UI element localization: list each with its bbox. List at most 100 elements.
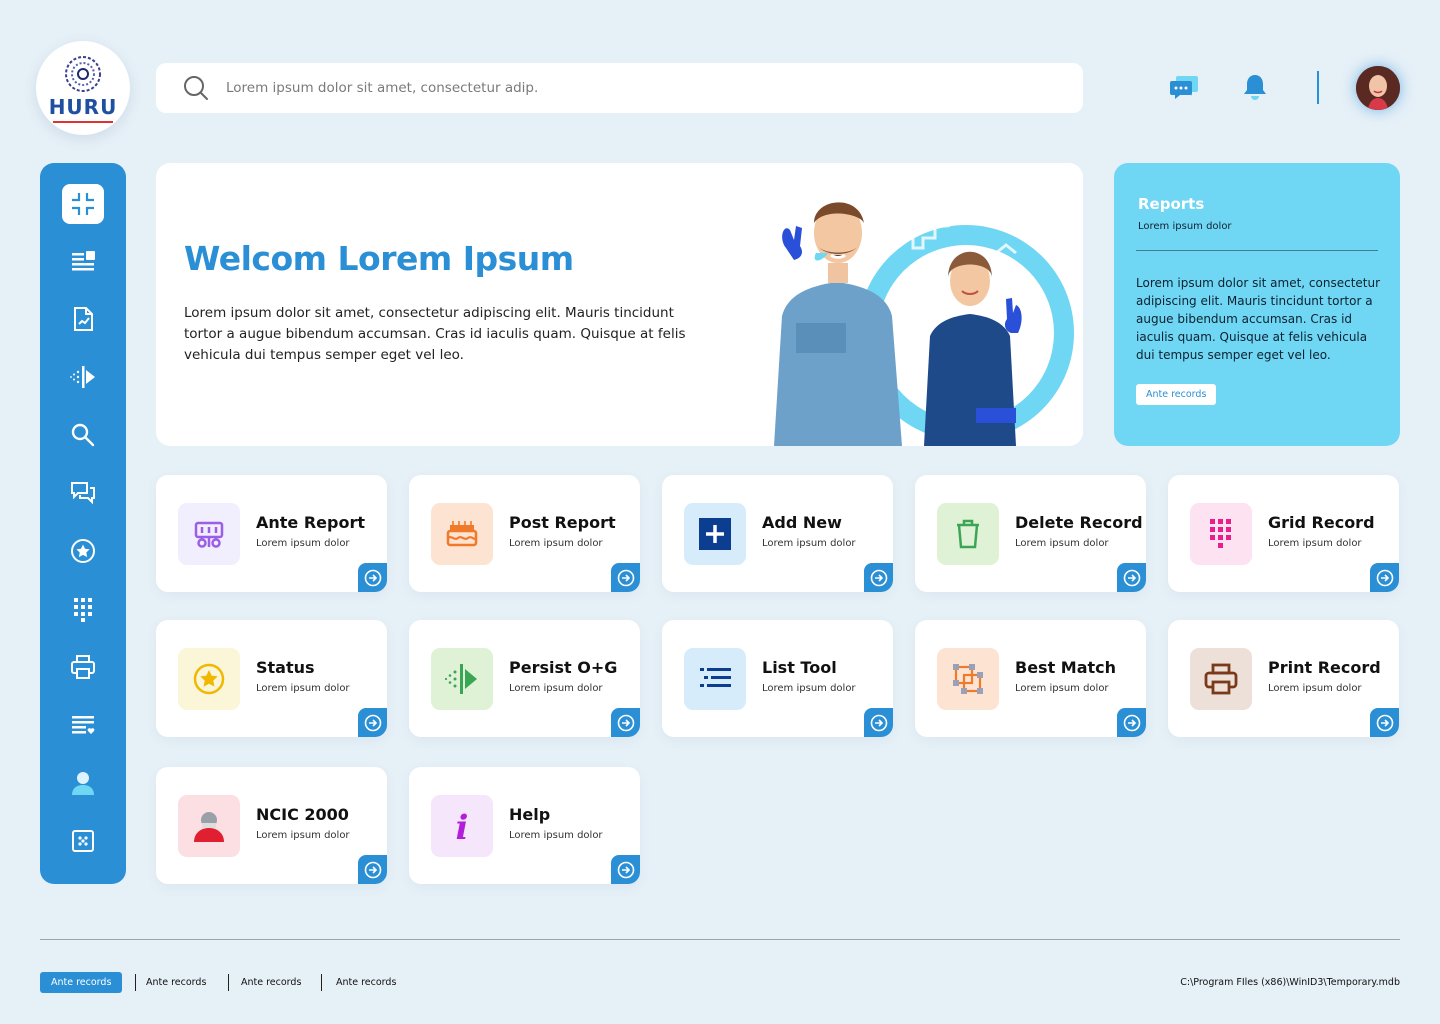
tile-subtitle: Lorem ipsum dolor	[509, 830, 603, 841]
logo-tagline	[53, 120, 113, 123]
text-list-icon	[72, 251, 95, 271]
tile-title: Delete Record	[1015, 513, 1143, 532]
tile-persist-o-g[interactable]: Persist O+G Lorem ipsum dolor	[409, 620, 640, 737]
trash-icon	[957, 519, 979, 549]
best-match-icon	[953, 664, 983, 694]
sidebar-item-star[interactable]	[62, 531, 104, 571]
tile-ante-report[interactable]: Ante Report Lorem ipsum dolor	[156, 475, 387, 592]
tile-grid-record[interactable]: Grid Record Lorem ipsum dolor	[1168, 475, 1399, 592]
tile-icon-box	[178, 795, 240, 857]
tile-title: Print Record	[1268, 658, 1381, 677]
tile-title: Status	[256, 658, 315, 677]
huru-logo[interactable]: HURU	[36, 41, 130, 135]
tile-subtitle: Lorem ipsum dolor	[256, 830, 350, 841]
open-button[interactable]	[358, 708, 387, 737]
footer-tab-1[interactable]: Ante records	[40, 972, 123, 993]
open-button[interactable]	[1370, 563, 1399, 592]
tile-title: Persist O+G	[509, 658, 618, 677]
tile-subtitle: Lorem ipsum dolor	[509, 538, 603, 549]
tile-post-report[interactable]: Post Report Lorem ipsum dolor	[409, 475, 640, 592]
search-input[interactable]	[226, 80, 826, 96]
open-button[interactable]	[864, 708, 893, 737]
person-icon	[72, 772, 94, 795]
sidebar-item-grid[interactable]	[62, 589, 104, 629]
welcome-card: Welcom Lorem Ipsum Lorem ipsum dolor sit…	[156, 163, 1083, 446]
open-button[interactable]	[1370, 708, 1399, 737]
tile-icon-box	[1190, 503, 1252, 565]
footer-separator	[228, 974, 229, 991]
tile-add-new[interactable]: Add New Lorem ipsum dolor	[662, 475, 893, 592]
open-button[interactable]	[611, 855, 640, 884]
footer-tab-2[interactable]: Ante records	[146, 972, 206, 993]
enter-arrow-icon	[870, 714, 887, 731]
tile-title: Add New	[762, 513, 842, 532]
open-button[interactable]	[1117, 708, 1146, 737]
printer-icon	[71, 655, 95, 679]
sidebar-item-persist[interactable]	[62, 357, 104, 397]
open-button[interactable]	[358, 563, 387, 592]
tile-list-tool[interactable]: List Tool Lorem ipsum dolor	[662, 620, 893, 737]
search-icon	[184, 76, 208, 100]
enter-arrow-icon	[870, 569, 887, 586]
sidebar-item-person[interactable]	[62, 763, 104, 803]
tile-ncic-2000[interactable]: NCIC 2000 Lorem ipsum dolor	[156, 767, 387, 884]
open-button[interactable]	[611, 708, 640, 737]
ante-records-button[interactable]: Ante records	[1136, 384, 1217, 405]
sidebar-item-list[interactable]	[62, 705, 104, 745]
sidebar-item-collapse[interactable]	[62, 184, 104, 224]
list-tool-icon	[700, 668, 731, 687]
open-button[interactable]	[1117, 563, 1146, 592]
enter-arrow-icon	[364, 714, 381, 731]
tile-best-match[interactable]: Best Match Lorem ipsum dolor	[915, 620, 1146, 737]
tile-help[interactable]: i Help Lorem ipsum dolor	[409, 767, 640, 884]
ncic-person-icon	[194, 812, 224, 842]
sidebar-item-search[interactable]	[62, 415, 104, 455]
enter-arrow-icon	[617, 569, 634, 586]
reports-title: Reports	[1138, 195, 1205, 213]
tile-print-record[interactable]: Print Record Lorem ipsum dolor	[1168, 620, 1399, 737]
footer-separator	[135, 974, 136, 991]
open-button[interactable]	[358, 855, 387, 884]
tile-subtitle: Lorem ipsum dolor	[762, 683, 856, 694]
enter-arrow-icon	[364, 861, 381, 878]
tile-status[interactable]: Status Lorem ipsum dolor	[156, 620, 387, 737]
enter-arrow-icon	[364, 569, 381, 586]
sidebar-item-report[interactable]	[62, 299, 104, 339]
tile-subtitle: Lorem ipsum dolor	[256, 538, 350, 549]
tile-subtitle: Lorem ipsum dolor	[1268, 683, 1362, 694]
open-button[interactable]	[611, 563, 640, 592]
tile-subtitle: Lorem ipsum dolor	[762, 538, 856, 549]
enter-arrow-icon	[1376, 569, 1393, 586]
tile-title: Best Match	[1015, 658, 1117, 677]
tile-title: Post Report	[509, 513, 616, 532]
tile-subtitle: Lorem ipsum dolor	[1015, 683, 1109, 694]
sidebar-item-print[interactable]	[62, 647, 104, 687]
chat-bubble-icon[interactable]	[1170, 72, 1200, 102]
footer-separator	[321, 974, 322, 991]
open-button[interactable]	[864, 563, 893, 592]
tile-icon-box	[431, 648, 493, 710]
tile-icon-box	[684, 648, 746, 710]
add-new-icon	[699, 518, 731, 550]
footer-tab-4[interactable]: Ante records	[336, 972, 396, 993]
tile-subtitle: Lorem ipsum dolor	[256, 683, 350, 694]
list-heart-icon	[72, 716, 95, 734]
welcome-title: Welcom Lorem Ipsum	[184, 239, 574, 278]
tile-icon-box	[431, 503, 493, 565]
reports-card: Reports Lorem ipsum dolor Lorem ipsum do…	[1114, 163, 1400, 446]
enter-arrow-icon	[617, 861, 634, 878]
sidebar-item-chat[interactable]	[62, 473, 104, 513]
persist-arrow-icon	[70, 366, 95, 388]
tile-title: NCIC 2000	[256, 805, 349, 824]
tile-delete-record[interactable]: Delete Record Lorem ipsum dolor	[915, 475, 1146, 592]
enter-arrow-icon	[1123, 714, 1140, 731]
tile-icon-box	[1190, 648, 1252, 710]
star-circle-icon	[71, 539, 95, 563]
user-avatar[interactable]	[1356, 66, 1400, 110]
footer-tab-3[interactable]: Ante records	[241, 972, 301, 993]
search-icon	[71, 423, 95, 447]
sidebar-item-text[interactable]	[62, 241, 104, 281]
bell-icon[interactable]	[1240, 72, 1270, 102]
enter-arrow-icon	[1376, 714, 1393, 731]
sidebar-item-dotted[interactable]	[62, 821, 104, 861]
